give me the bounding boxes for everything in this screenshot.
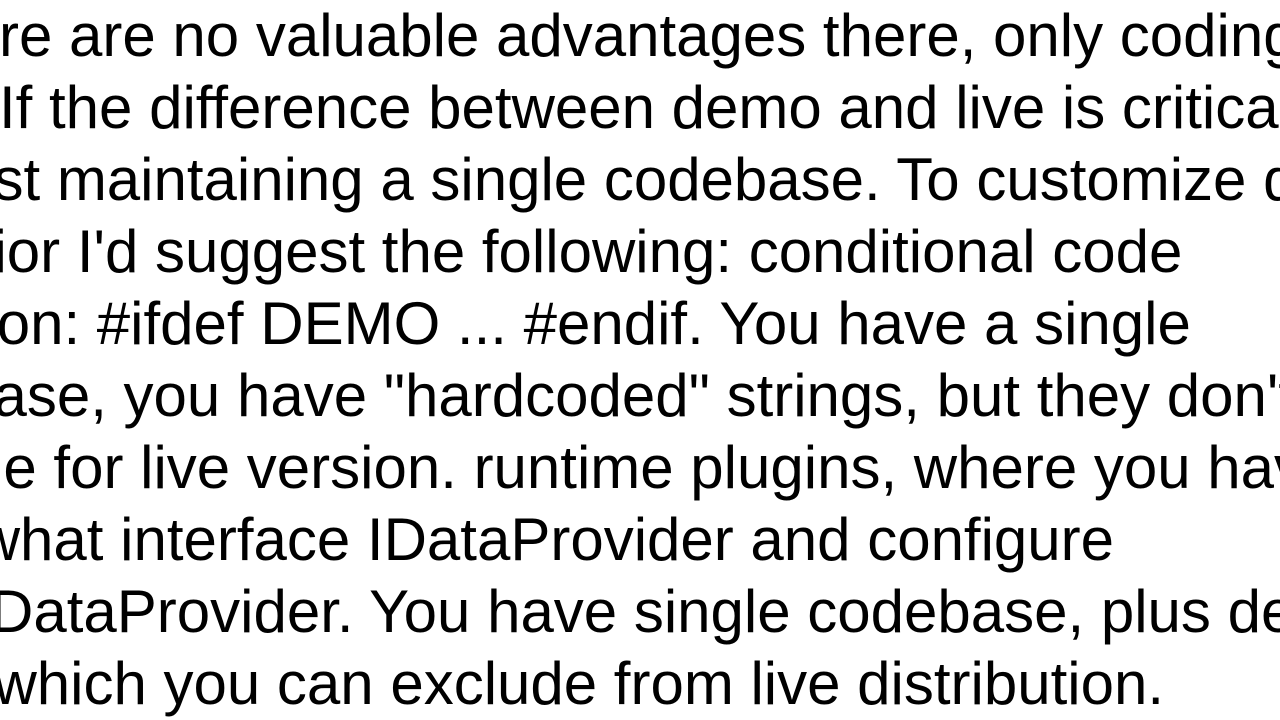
document-body-text: 1: There are no valuable advantages ther… bbox=[0, 0, 1280, 720]
